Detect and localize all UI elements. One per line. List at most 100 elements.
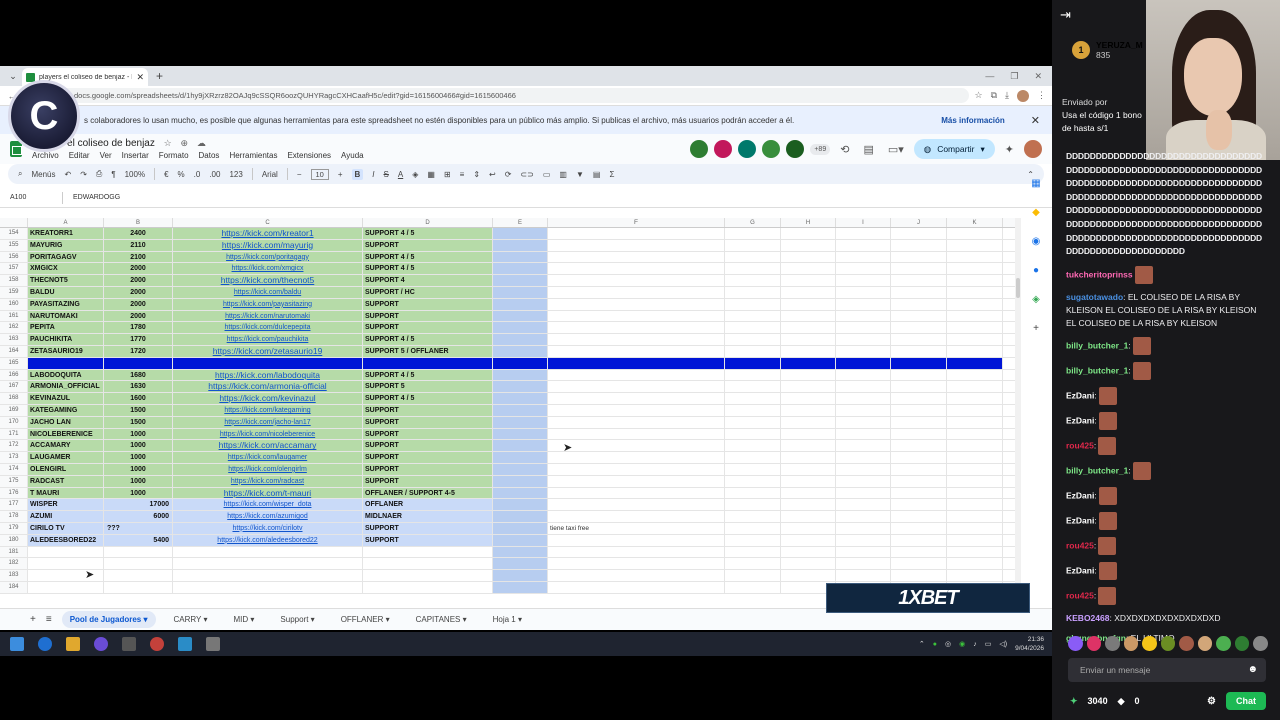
cell-j[interactable] bbox=[891, 310, 947, 322]
emote-icon[interactable] bbox=[1216, 636, 1231, 651]
row-number[interactable]: 162 bbox=[0, 322, 28, 334]
cell-role[interactable]: SUPPORT 4 / 5 bbox=[363, 251, 493, 263]
cell-i[interactable] bbox=[836, 404, 891, 416]
cell-player[interactable]: WISPER bbox=[28, 499, 104, 511]
cell-e[interactable] bbox=[493, 581, 548, 593]
cell-k[interactable] bbox=[947, 416, 1003, 428]
cell-j[interactable] bbox=[891, 393, 947, 404]
cell-note[interactable]: tiene taxi free bbox=[548, 522, 725, 534]
cell-i[interactable] bbox=[836, 381, 891, 393]
cell-role[interactable] bbox=[363, 558, 493, 570]
cell-reference[interactable]: A100 bbox=[10, 194, 62, 201]
cell-j[interactable] bbox=[891, 463, 947, 475]
emote-icon[interactable] bbox=[1068, 636, 1083, 651]
row-number[interactable]: 168 bbox=[0, 393, 28, 404]
more-info-link[interactable]: Más información bbox=[941, 116, 1005, 125]
cell-j[interactable] bbox=[891, 558, 947, 570]
currency-button[interactable]: € bbox=[164, 170, 168, 179]
cell-player[interactable]: MAYURIG bbox=[28, 239, 104, 251]
sheet-tab-carry[interactable]: CARRY ▾ bbox=[166, 611, 216, 628]
cell-h[interactable] bbox=[781, 251, 836, 263]
cell-j[interactable] bbox=[891, 228, 947, 239]
cell-k[interactable] bbox=[947, 239, 1003, 251]
chat-username[interactable]: EzDani bbox=[1066, 565, 1094, 575]
decrease-font-icon[interactable]: − bbox=[297, 170, 302, 179]
cell-note[interactable] bbox=[548, 228, 725, 239]
col-header-a[interactable]: A bbox=[28, 218, 104, 227]
cell-mmr[interactable]: 1720 bbox=[104, 345, 173, 357]
cell-link[interactable]: https://kick.com/armonia-official bbox=[173, 381, 363, 393]
file-explorer-icon[interactable] bbox=[66, 637, 80, 651]
emote-icon[interactable] bbox=[1123, 636, 1139, 651]
comment-icon[interactable]: ▭ bbox=[543, 170, 551, 179]
cloud-status-icon[interactable]: ☁ bbox=[197, 138, 206, 148]
cell-h[interactable] bbox=[781, 475, 836, 487]
cell-link[interactable]: https://kick.com/azumigod bbox=[173, 511, 363, 522]
steam-icon[interactable] bbox=[122, 637, 136, 651]
chrome-icon[interactable] bbox=[150, 637, 164, 651]
cell-i[interactable] bbox=[836, 487, 891, 499]
cell-i[interactable] bbox=[836, 463, 891, 475]
cell-note[interactable] bbox=[548, 251, 725, 263]
windows-start-icon[interactable] bbox=[10, 637, 24, 651]
cell-g[interactable] bbox=[725, 416, 781, 428]
cell-i[interactable] bbox=[836, 428, 891, 440]
cell-g[interactable] bbox=[725, 357, 781, 369]
cell-link[interactable]: https://kick.com/laugamer bbox=[173, 452, 363, 463]
url-field[interactable]: docs.google.com/spreadsheets/d/1hy9jXRzr… bbox=[24, 88, 969, 103]
cell-j[interactable] bbox=[891, 369, 947, 381]
cell-j[interactable] bbox=[891, 546, 947, 558]
functions-icon[interactable]: Σ bbox=[609, 170, 614, 179]
cell-link[interactable]: https://kick.com/payasitazing bbox=[173, 298, 363, 310]
row-number[interactable]: 174 bbox=[0, 463, 28, 475]
cell-h[interactable] bbox=[781, 522, 836, 534]
cell-role[interactable]: SUPPORT 4 / 5 bbox=[363, 228, 493, 239]
cell-mmr[interactable]: 1000 bbox=[104, 475, 173, 487]
cell-player[interactable]: PAUCHIKITA bbox=[28, 334, 104, 345]
extension-icon[interactable]: ⧉ bbox=[991, 90, 997, 102]
cell-k[interactable] bbox=[947, 369, 1003, 381]
cell-link[interactable]: https://kick.com/kategaming bbox=[173, 404, 363, 416]
cell-mmr[interactable]: 1680 bbox=[104, 369, 173, 381]
cell-e[interactable] bbox=[493, 511, 548, 522]
cell-g[interactable] bbox=[725, 581, 781, 593]
cell-e[interactable] bbox=[493, 499, 548, 511]
menu-herramientas[interactable]: Herramientas bbox=[229, 151, 277, 160]
close-notice-icon[interactable]: ✕ bbox=[1031, 114, 1040, 127]
tray-chevron-icon[interactable]: ⌃ bbox=[919, 640, 925, 648]
all-sheets-icon[interactable]: ≡ bbox=[46, 614, 52, 625]
collaborator-avatar[interactable] bbox=[738, 140, 757, 158]
cell-k[interactable] bbox=[947, 322, 1003, 334]
cell-player[interactable]: RADCAST bbox=[28, 475, 104, 487]
network-icon[interactable]: ▭ bbox=[985, 640, 992, 648]
cell-player[interactable] bbox=[28, 546, 104, 558]
menu-ayuda[interactable]: Ayuda bbox=[341, 151, 364, 160]
cell-k[interactable] bbox=[947, 310, 1003, 322]
cell-role[interactable] bbox=[363, 546, 493, 558]
cell-note[interactable] bbox=[548, 369, 725, 381]
cell-j[interactable] bbox=[891, 345, 947, 357]
cell-player[interactable]: XMGICX bbox=[28, 263, 104, 275]
cell-i[interactable] bbox=[836, 393, 891, 404]
cell-e[interactable] bbox=[493, 570, 548, 581]
cell-link[interactable]: https://kick.com/baldu bbox=[173, 286, 363, 298]
cell-link[interactable]: https://kick.com/accamary bbox=[173, 440, 363, 452]
cell-role[interactable]: SUPPORT bbox=[363, 404, 493, 416]
cell-mmr[interactable]: 2100 bbox=[104, 251, 173, 263]
cell-player[interactable]: T MAURI bbox=[28, 487, 104, 499]
cell-note[interactable] bbox=[548, 463, 725, 475]
row-number[interactable]: 156 bbox=[0, 251, 28, 263]
cell-link[interactable]: https://kick.com/dulcepepita bbox=[173, 322, 363, 334]
row-number[interactable]: 181 bbox=[0, 546, 28, 558]
col-header-g[interactable]: G bbox=[725, 218, 781, 227]
sheet-tab-mid[interactable]: MID ▾ bbox=[225, 611, 262, 628]
bookmark-star-icon[interactable]: ☆ bbox=[975, 90, 983, 102]
cell-i[interactable] bbox=[836, 286, 891, 298]
collaborator-avatar[interactable] bbox=[690, 140, 709, 158]
spreadsheet-grid[interactable]: A B C D E F G H I J K 154 KREATORR1 2400 ht… bbox=[0, 218, 1015, 606]
discord-icon[interactable] bbox=[94, 637, 108, 651]
cell-i[interactable] bbox=[836, 334, 891, 345]
cell-j[interactable] bbox=[891, 263, 947, 275]
row-number[interactable]: 154 bbox=[0, 228, 28, 239]
chat-username[interactable]: billy_butcher_1 bbox=[1066, 365, 1128, 375]
